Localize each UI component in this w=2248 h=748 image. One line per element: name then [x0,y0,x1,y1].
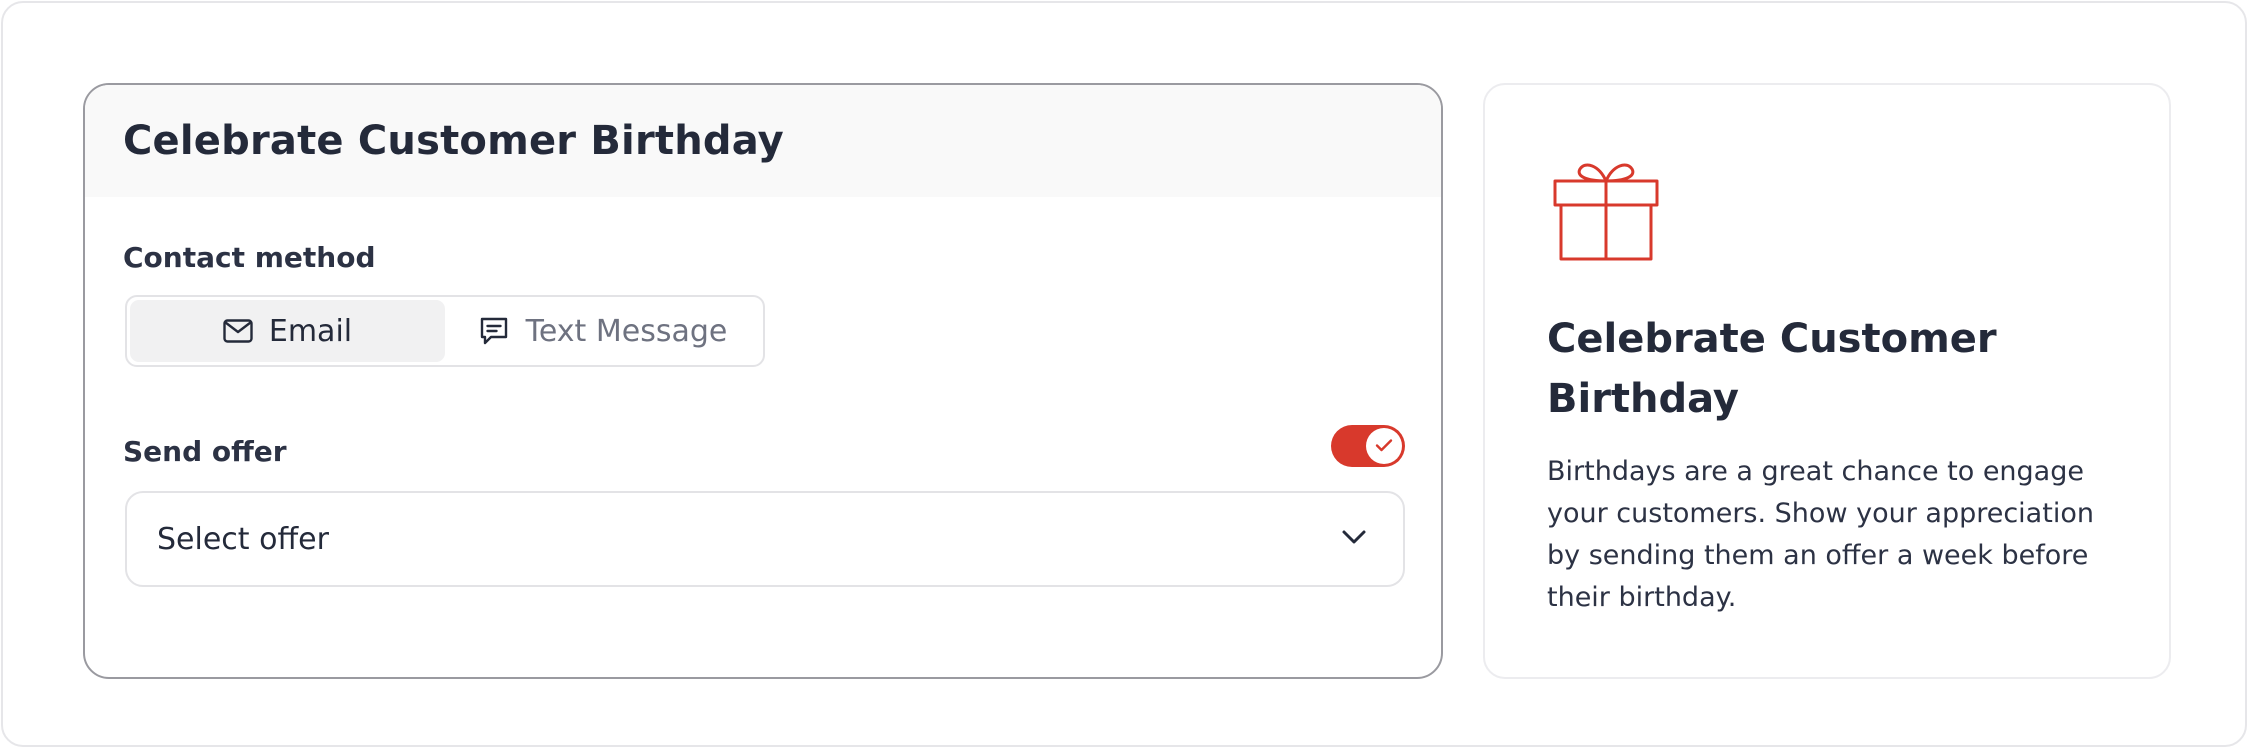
text-message-option-button[interactable]: Text Message [445,300,760,362]
info-description: Birthdays are a great chance to engage y… [1547,456,2094,613]
check-icon [1375,437,1393,456]
email-option-button[interactable]: Email [130,300,445,362]
chevron-down-icon [1341,529,1367,549]
email-option-label: Email [268,313,353,349]
offer-select[interactable]: Select offer [125,491,1405,587]
chat-icon [478,315,510,347]
birthday-info-card: Celebrate Customer Birthday Birthdays ar… [1483,83,2171,679]
card-title: Celebrate Customer Birthday [123,118,784,164]
contact-method-toggle-group: Email Text Message [125,295,765,367]
mail-icon [223,319,253,343]
contact-method-label: Contact method [123,241,376,274]
card-header: Celebrate Customer Birthday [85,85,1441,197]
switch-knob [1366,428,1402,464]
gift-icon [1553,155,1659,265]
send-offer-switch[interactable] [1331,425,1405,467]
info-title: Celebrate Customer Birthday [1547,316,1997,422]
text-message-option-label: Text Message [525,313,728,349]
birthday-settings-card: Celebrate Customer Birthday Contact meth… [83,83,1443,679]
page-frame: Celebrate Customer Birthday Contact meth… [1,1,2247,747]
send-offer-label: Send offer [123,435,287,468]
offer-select-value: Select offer [157,521,329,557]
